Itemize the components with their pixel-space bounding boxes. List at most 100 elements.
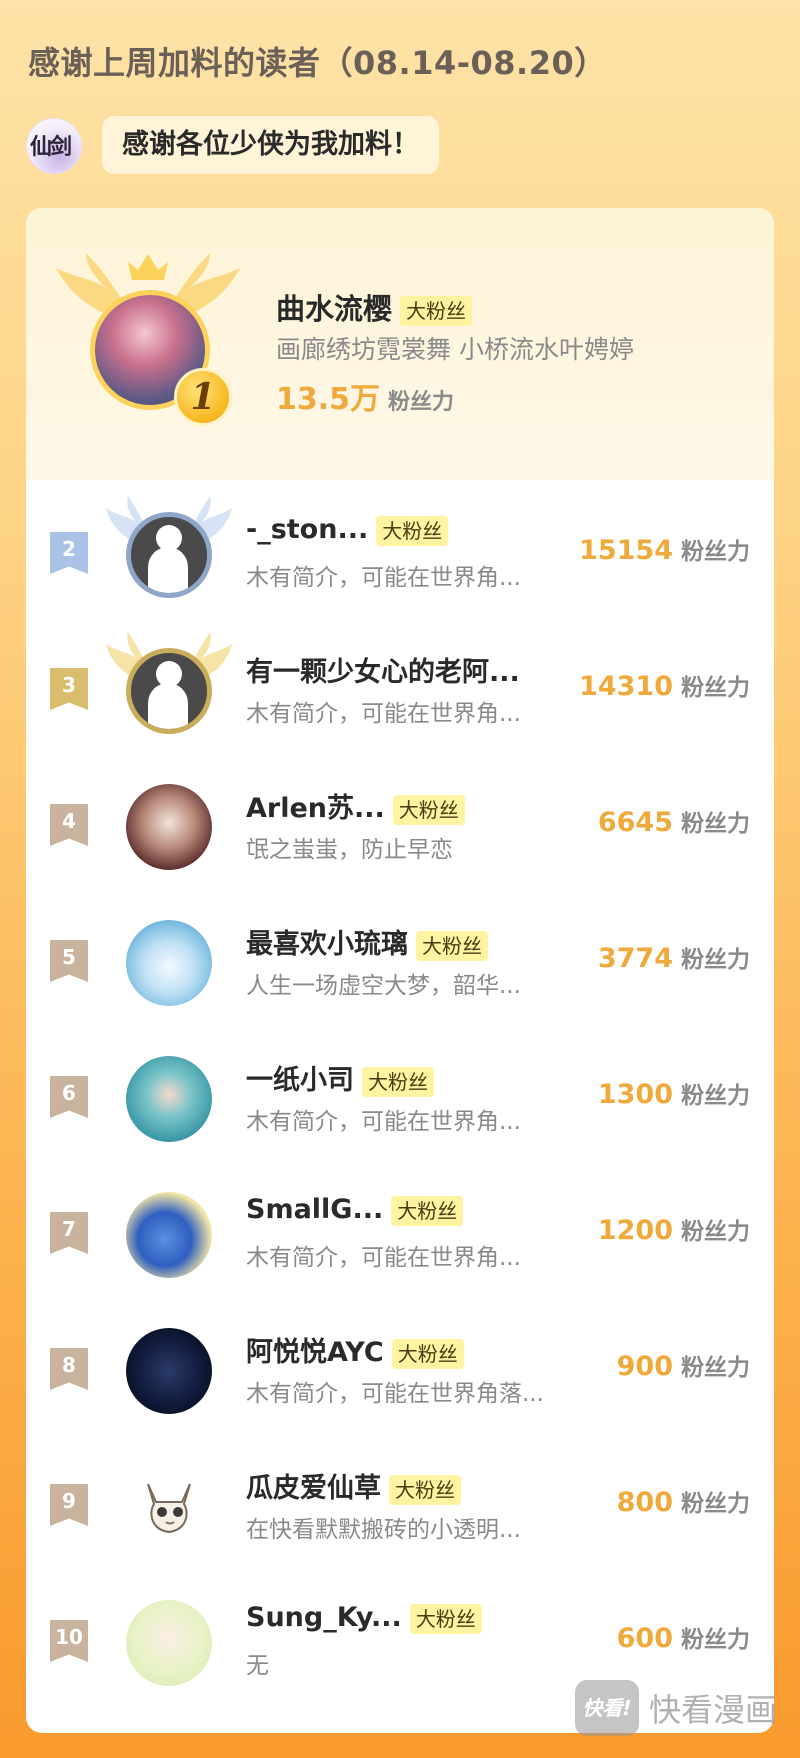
fan-desc: 无 — [246, 1653, 269, 1679]
list-item[interactable]: 4 Arlen苏... 大粉丝 氓之蚩蚩，防止早恋 6645 粉丝力 — [26, 758, 774, 894]
list-item[interactable]: 8 阿悦悦AYC 大粉丝 木有简介，可能在世界角落... 900 粉丝力 — [26, 1302, 774, 1438]
fan-power-value: 14310 — [579, 671, 673, 702]
avatar[interactable] — [126, 1464, 212, 1550]
fan-power-unit: 粉丝力 — [681, 539, 750, 565]
fan-desc: 人生一场虚空大梦，韶华... — [246, 973, 521, 999]
fan-badge: 大粉丝 — [416, 930, 488, 961]
fan-badge: 大粉丝 — [409, 1603, 482, 1634]
fan-name-text: 最喜欢小琉璃 — [246, 929, 408, 960]
fan-power: 14310 粉丝力 — [579, 668, 750, 702]
top-fan-entry[interactable]: 1 曲水流樱 大粉丝 画廊绣坊霓裳舞 小桥流水叶娉婷 13.5万 粉丝力 — [26, 208, 774, 480]
fan-name[interactable]: 最喜欢小琉璃 大粉丝 — [246, 922, 488, 961]
fan-power-value: 15154 — [579, 535, 673, 566]
fan-name-text: Arlen苏... — [246, 793, 385, 824]
fan-power: 15154 粉丝力 — [579, 532, 750, 566]
fan-power: 13.5万 粉丝力 — [276, 374, 454, 418]
fan-power-unit: 粉丝力 — [681, 1219, 750, 1245]
rank-badge: 9 — [50, 1484, 88, 1526]
fan-desc: 氓之蚩蚩，防止早恋 — [246, 837, 453, 863]
fan-name[interactable]: 曲水流樱 大粉丝 — [276, 286, 473, 328]
page-title: 感谢上周加料的读者（08.14-08.20） — [28, 44, 607, 82]
list-item[interactable]: 9 瓜皮爱仙草 大粉丝 在快看默默搬砖的小透明... 800 粉丝力 — [26, 1438, 774, 1574]
fan-power-value: 13.5万 — [276, 382, 381, 417]
avatar[interactable] — [126, 648, 212, 734]
fan-power-value: 1200 — [597, 1215, 673, 1246]
fan-badge: 大粉丝 — [391, 1195, 464, 1226]
fan-power-unit: 粉丝力 — [681, 1627, 750, 1653]
fan-badge: 大粉丝 — [392, 794, 465, 825]
fan-desc: 木有简介，可能在世界角... — [246, 701, 521, 727]
fan-power-value: 600 — [616, 1623, 673, 1654]
fan-name[interactable]: Sung_Ky... 大粉丝 — [246, 1602, 482, 1634]
fan-power-value: 3774 — [597, 943, 673, 974]
fan-name[interactable]: -_ston... 大粉丝 — [246, 514, 449, 546]
fan-desc: 木有简介，可能在世界角... — [246, 1109, 521, 1135]
fan-badge: 大粉丝 — [362, 1066, 434, 1097]
fan-power: 900 粉丝力 — [617, 1348, 750, 1382]
rank-badge: 7 — [50, 1212, 88, 1254]
fan-desc: 木有简介，可能在世界角... — [246, 1245, 521, 1271]
list-item[interactable]: 6 一纸小司 大粉丝 木有简介，可能在世界角... 1300 粉丝力 — [26, 1030, 774, 1166]
avatar[interactable] — [126, 1328, 212, 1414]
list-item[interactable]: 7 SmallG... 大粉丝 木有简介，可能在世界角... 1200 粉丝力 — [26, 1166, 774, 1302]
fan-name-text: 曲水流樱 — [276, 292, 393, 326]
rank-badge: 8 — [50, 1348, 88, 1390]
fan-desc: 木有简介，可能在世界角... — [246, 565, 521, 591]
list-item[interactable]: 5 最喜欢小琉璃 大粉丝 人生一场虚空大梦，韶华... 3774 粉丝力 — [26, 894, 774, 1030]
watermark-text: 快看漫画 — [649, 1691, 778, 1729]
rank-badge: 3 — [50, 668, 88, 710]
fan-name[interactable]: 瓜皮爱仙草 大粉丝 — [246, 1466, 461, 1505]
fan-desc: 木有简介，可能在世界角落... — [246, 1381, 544, 1407]
fan-power: 600 粉丝力 — [617, 1620, 750, 1654]
fan-power-unit: 粉丝力 — [681, 1491, 750, 1517]
fan-power-value: 900 — [616, 1351, 673, 1382]
fan-power-unit: 粉丝力 — [681, 811, 750, 837]
rank-badge: 6 — [50, 1076, 88, 1118]
fan-name[interactable]: 阿悦悦AYC 大粉丝 — [246, 1330, 464, 1369]
avatar[interactable] — [126, 1600, 212, 1686]
fan-power-unit: 粉丝力 — [681, 1083, 750, 1109]
list-item[interactable]: 3 有一颗少女心的老阿... 木有简介，可能在世界角... 14310 粉丝力 — [26, 622, 774, 758]
fan-name[interactable]: Arlen苏... 大粉丝 — [246, 786, 465, 825]
fan-name-text: SmallG... — [246, 1194, 384, 1225]
fan-ranking-card: 1 曲水流樱 大粉丝 画廊绣坊霓裳舞 小桥流水叶娉婷 13.5万 粉丝力 2 -_s… — [26, 208, 774, 1733]
avatar[interactable] — [126, 1056, 212, 1142]
fan-power-value: 800 — [616, 1487, 673, 1518]
avatar[interactable] — [126, 784, 212, 870]
fan-name-text: 一纸小司 — [246, 1065, 354, 1096]
fan-name[interactable]: SmallG... 大粉丝 — [246, 1194, 464, 1226]
fan-name-text: Sung_Ky... — [246, 1602, 402, 1633]
fan-name-text: -_ston... — [246, 514, 369, 545]
kuaikan-logo: 快看! — [575, 1680, 639, 1736]
fan-desc: 在快看默默搬砖的小透明... — [246, 1517, 521, 1543]
fan-name-text: 阿悦悦AYC — [246, 1337, 384, 1368]
fan-badge: 大粉丝 — [389, 1474, 461, 1505]
fan-power-unit: 粉丝力 — [388, 390, 455, 415]
thanks-message: 感谢各位少侠为我加料！ — [102, 116, 439, 174]
rank-badge: 10 — [50, 1620, 88, 1662]
fan-badge: 大粉丝 — [376, 515, 449, 546]
fan-power-unit: 粉丝力 — [681, 675, 750, 701]
fan-power-unit: 粉丝力 — [681, 1355, 750, 1381]
fan-power: 800 粉丝力 — [617, 1484, 750, 1518]
fan-name-text: 瓜皮爱仙草 — [246, 1473, 381, 1504]
fan-power: 6645 粉丝力 — [598, 804, 750, 838]
fan-name[interactable]: 一纸小司 大粉丝 — [246, 1058, 434, 1097]
fan-name-text: 有一颗少女心的老阿... — [246, 657, 520, 688]
fan-name[interactable]: 有一颗少女心的老阿... — [246, 650, 520, 689]
fan-power: 1300 粉丝力 — [598, 1076, 750, 1110]
fan-power-value: 6645 — [597, 807, 673, 838]
crown-icon — [128, 254, 168, 280]
game-logo: 仙剑 — [26, 118, 82, 174]
avatar[interactable] — [126, 512, 212, 598]
fan-badge: 大粉丝 — [400, 296, 473, 326]
fan-desc: 画廊绣坊霓裳舞 小桥流水叶娉婷 — [276, 335, 634, 364]
rank-medal: 1 — [174, 368, 232, 426]
fan-badge: 大粉丝 — [391, 1338, 464, 1369]
watermark: 快看! 快看漫画 — [575, 1680, 777, 1736]
avatar[interactable] — [126, 1192, 212, 1278]
game-logo-text: 仙剑 — [30, 134, 72, 160]
rank-badge: 5 — [50, 940, 88, 982]
avatar[interactable] — [126, 920, 212, 1006]
list-item[interactable]: 2 -_ston... 大粉丝 木有简介，可能在世界角... 15154 粉丝力 — [26, 486, 774, 622]
